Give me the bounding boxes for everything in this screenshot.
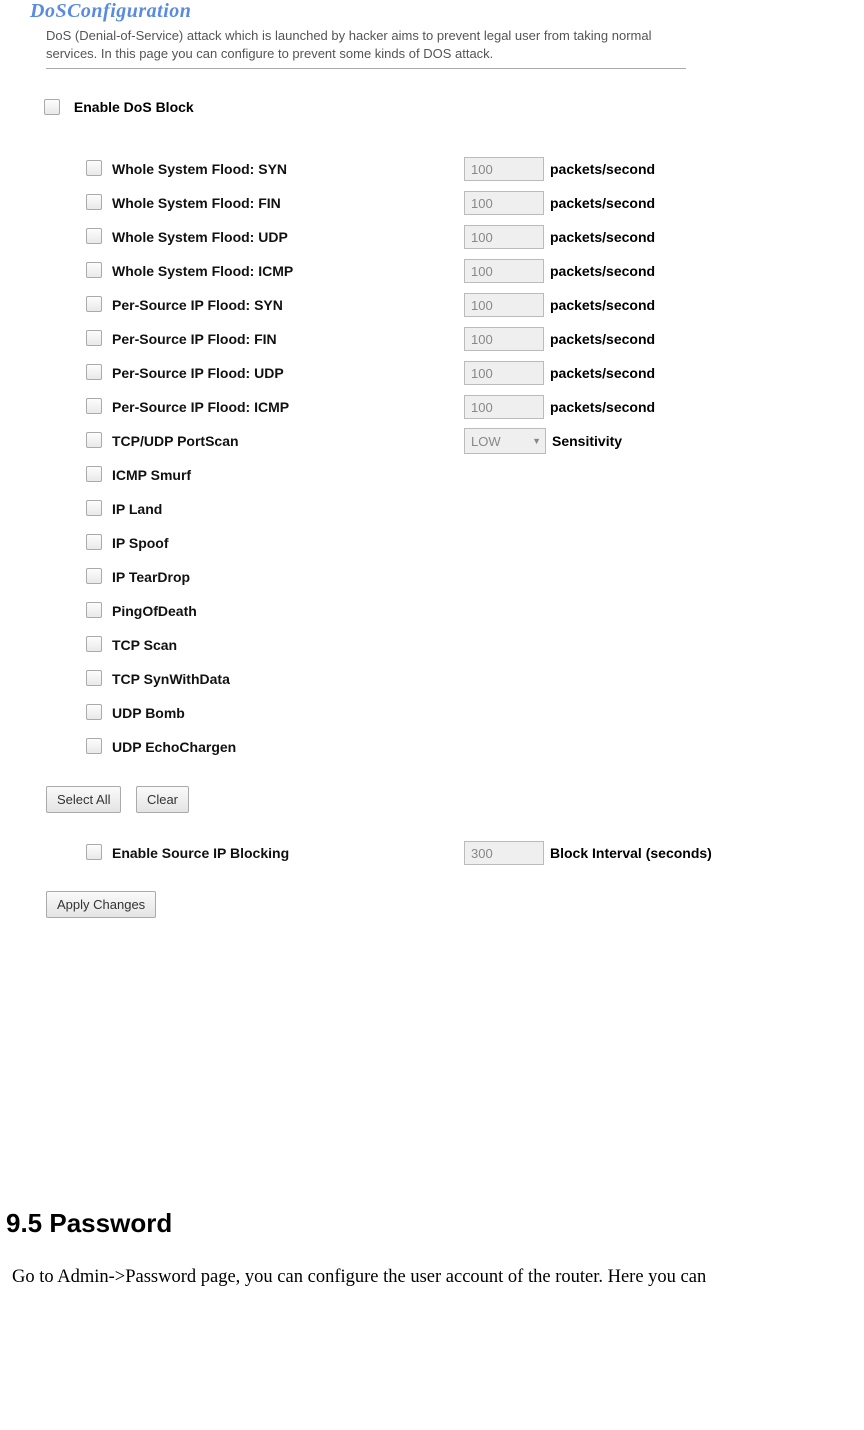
option-unit: packets/second <box>550 399 655 415</box>
option-value-input[interactable] <box>464 361 544 385</box>
option-value-input[interactable] <box>464 191 544 215</box>
option-checkbox[interactable] <box>86 330 102 346</box>
option-checkbox[interactable] <box>86 466 102 482</box>
option-value-input[interactable] <box>464 293 544 317</box>
sensitivity-select[interactable]: LOW ▼ <box>464 428 546 454</box>
option-value-input[interactable] <box>464 259 544 283</box>
option-checkbox[interactable] <box>86 534 102 550</box>
option-checkbox[interactable] <box>86 398 102 414</box>
block-interval-input[interactable] <box>464 841 544 865</box>
option-label: Per-Source IP Flood: ICMP <box>112 399 289 415</box>
option-label: Whole System Flood: UDP <box>112 229 288 245</box>
body-paragraph: Go to Admin->Password page, you can conf… <box>12 1263 864 1292</box>
panel-title: DoSConfiguration <box>30 0 864 23</box>
option-unit: packets/second <box>550 263 655 279</box>
option-checkbox[interactable] <box>86 160 102 176</box>
enable-dos-label: Enable DoS Block <box>74 99 194 115</box>
option-label: Whole System Flood: SYN <box>112 161 287 177</box>
option-label: ICMP Smurf <box>112 467 191 483</box>
option-label: UDP EchoChargen <box>112 739 236 755</box>
option-checkbox[interactable] <box>86 738 102 754</box>
option-checkbox[interactable] <box>86 704 102 720</box>
option-checkbox[interactable] <box>86 670 102 686</box>
block-interval-unit: Block Interval (seconds) <box>550 845 712 861</box>
option-label: Whole System Flood: FIN <box>112 195 281 211</box>
option-label: UDP Bomb <box>112 705 185 721</box>
option-checkbox[interactable] <box>86 262 102 278</box>
option-checkbox[interactable] <box>86 636 102 652</box>
sensitivity-value: LOW <box>471 434 501 449</box>
option-checkbox[interactable] <box>86 364 102 380</box>
option-label: PingOfDeath <box>112 603 197 619</box>
panel-description: DoS (Denial-of-Service) attack which is … <box>46 27 686 62</box>
divider <box>46 68 686 69</box>
option-label: TCP SynWithData <box>112 671 230 687</box>
chevron-down-icon: ▼ <box>532 436 541 446</box>
option-label: IP Land <box>112 501 162 517</box>
enable-source-ip-checkbox[interactable] <box>86 844 102 860</box>
option-checkbox[interactable] <box>86 602 102 618</box>
option-checkbox[interactable] <box>86 194 102 210</box>
apply-changes-button[interactable]: Apply Changes <box>46 891 156 918</box>
sensitivity-label: Sensitivity <box>552 433 622 449</box>
option-value-input[interactable] <box>464 327 544 351</box>
portscan-checkbox[interactable] <box>86 432 102 448</box>
option-checkbox[interactable] <box>86 296 102 312</box>
option-label: Per-Source IP Flood: SYN <box>112 297 283 313</box>
option-label: Per-Source IP Flood: FIN <box>112 331 277 347</box>
option-unit: packets/second <box>550 365 655 381</box>
option-label: Per-Source IP Flood: UDP <box>112 365 284 381</box>
option-value-input[interactable] <box>464 157 544 181</box>
option-unit: packets/second <box>550 161 655 177</box>
portscan-label: TCP/UDP PortScan <box>112 433 239 449</box>
option-value-input[interactable] <box>464 225 544 249</box>
option-checkbox[interactable] <box>86 228 102 244</box>
option-label: IP TearDrop <box>112 569 190 585</box>
option-value-input[interactable] <box>464 395 544 419</box>
option-checkbox[interactable] <box>86 568 102 584</box>
enable-source-ip-label: Enable Source IP Blocking <box>112 845 289 861</box>
option-label: TCP Scan <box>112 637 177 653</box>
option-unit: packets/second <box>550 297 655 313</box>
option-label: Whole System Flood: ICMP <box>112 263 293 279</box>
option-checkbox[interactable] <box>86 500 102 516</box>
option-unit: packets/second <box>550 195 655 211</box>
option-unit: packets/second <box>550 331 655 347</box>
clear-button[interactable]: Clear <box>136 786 189 813</box>
section-heading: 9.5 Password <box>6 1208 864 1239</box>
enable-dos-checkbox[interactable] <box>44 99 60 115</box>
option-unit: packets/second <box>550 229 655 245</box>
select-all-button[interactable]: Select All <box>46 786 121 813</box>
option-label: IP Spoof <box>112 535 169 551</box>
